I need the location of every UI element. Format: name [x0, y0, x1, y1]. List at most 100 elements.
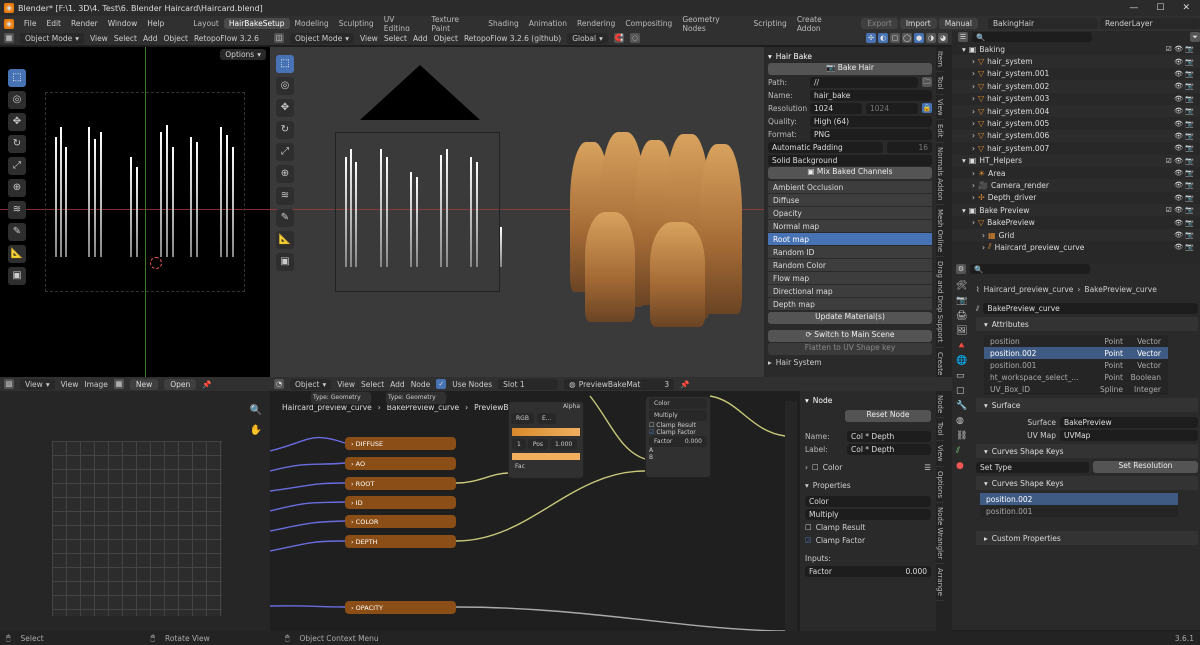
material-selector[interactable]: ◍ PreviewBakeMat 3: [564, 378, 675, 390]
name-field[interactable]: hair_bake: [810, 89, 932, 101]
proportional-edit-icon[interactable]: ◌: [629, 33, 640, 43]
transform-tool-icon[interactable]: ⊕: [276, 165, 294, 183]
visibility-toggles[interactable]: 👁 📷: [1174, 181, 1200, 189]
close-icon[interactable]: ✕: [1182, 3, 1190, 13]
display-mode-icon[interactable]: ☰: [958, 32, 968, 42]
switch-to-main-scene-button[interactable]: ⟳ Switch to Main Scene: [768, 330, 932, 342]
measure-tool-icon[interactable]: 📐: [276, 231, 294, 249]
cursor-tool-icon[interactable]: ◎: [8, 91, 26, 109]
resolution-y-field[interactable]: 1024: [866, 102, 918, 114]
workspace-tab-modeling[interactable]: Modeling: [290, 18, 334, 29]
select-menu[interactable]: Select: [361, 380, 384, 389]
blender-menu-icon[interactable]: ◉: [4, 18, 14, 29]
manual-button[interactable]: Manual: [938, 18, 978, 29]
pin-icon[interactable]: 📌: [680, 380, 689, 389]
gizmo-icon[interactable]: ✣: [866, 33, 876, 43]
uvmap-field[interactable]: UVMap: [1060, 429, 1198, 441]
clamp-result-checkbox[interactable]: ☐ Clamp Result: [805, 521, 931, 533]
chevron-icon[interactable]: ▾: [962, 206, 966, 215]
folder-icon[interactable]: 🗀: [922, 77, 932, 87]
attribute-row[interactable]: position Point Vector: [984, 335, 1168, 347]
workspace-tab-shading[interactable]: Shading: [483, 18, 523, 29]
maximize-icon[interactable]: ☐: [1156, 3, 1164, 13]
object-menu[interactable]: Object: [434, 34, 458, 43]
path-field[interactable]: //: [810, 76, 918, 88]
outliner-row[interactable]: › ▽ BakePreview 👁 📷: [952, 216, 1200, 228]
mix-node[interactable]: Color Multiply ☐ Clamp Result ☑ Clamp Fa…: [645, 396, 711, 478]
visibility-toggles[interactable]: 👁 📷: [1174, 95, 1200, 103]
object-tab-icon[interactable]: ▢: [956, 386, 972, 396]
outliner-row[interactable]: › ▽ hair_system.003 👁 📷: [952, 93, 1200, 105]
add-menu[interactable]: Add: [143, 34, 158, 43]
attribute-node-type-2[interactable]: Type: Geometry: [385, 391, 447, 405]
node-label-field[interactable]: Col * Depth: [847, 443, 931, 455]
workspace-tab-rendering[interactable]: Rendering: [572, 18, 620, 29]
format-dropdown[interactable]: PNG: [810, 128, 932, 140]
visibility-toggles[interactable]: 👁 📷: [1174, 82, 1200, 90]
clamp-factor-checkbox[interactable]: ☑ Clamp Factor: [805, 534, 931, 546]
workspace-tab-animation[interactable]: Animation: [524, 18, 572, 29]
factor-field[interactable]: Factor 0.000: [649, 436, 707, 447]
chevron-icon[interactable]: ›: [972, 69, 975, 78]
workspace-tab-compositing[interactable]: Compositing: [620, 18, 677, 29]
view-layer-selector[interactable]: RenderLayer: [1100, 18, 1200, 29]
ramp-pos-field[interactable]: 1.000: [550, 439, 578, 450]
list-icon[interactable]: ☰: [924, 463, 931, 472]
shape-keys-section-2[interactable]: ▾ Curves Shape Keys: [976, 476, 1198, 490]
scene-tab-icon[interactable]: 🔺: [956, 341, 972, 351]
view-menu[interactable]: View: [90, 34, 108, 43]
node-panel-header[interactable]: ▾ Node: [805, 394, 931, 406]
editor-type-icon[interactable]: ◔: [274, 379, 284, 389]
ramp-interp-dropdown[interactable]: E...: [536, 413, 557, 424]
outliner-row[interactable]: › ⫽ Haircard_preview_curve 👁 📷: [952, 241, 1200, 253]
3d-cursor[interactable]: [150, 257, 162, 269]
mode-dropdown[interactable]: Object Mode ▾: [290, 32, 355, 44]
material-tab-icon[interactable]: ●: [956, 461, 972, 471]
use-nodes-checkbox[interactable]: ✓: [436, 379, 447, 389]
mode-dropdown[interactable]: Object Mode ▾: [20, 32, 85, 44]
filter-icon[interactable]: ⏷: [1190, 32, 1200, 42]
overlays-icon[interactable]: ◐: [878, 33, 888, 43]
tab-arrange[interactable]: Arrange: [936, 564, 944, 601]
channel-item-selected[interactable]: Root map: [768, 233, 932, 245]
visibility-toggles[interactable]: 👁 📷: [1174, 231, 1200, 239]
attributes-section[interactable]: ▾ Attributes: [976, 317, 1198, 331]
annotate-tool-icon[interactable]: ✎: [8, 223, 26, 241]
attribute-node-type[interactable]: Type: Geometry: [310, 391, 372, 405]
shading-wire-icon[interactable]: ◯: [902, 33, 912, 43]
attribute-node-diffuse[interactable]: › DIFFUSE: [345, 437, 456, 450]
visibility-toggles[interactable]: 👁 📷: [1174, 243, 1200, 251]
editor-type-icon[interactable]: ▨: [4, 379, 14, 389]
chevron-icon[interactable]: ›: [972, 169, 975, 178]
channel-item[interactable]: Random Color: [768, 259, 932, 271]
clamp-factor-checkbox[interactable]: ☑ Clamp Factor: [649, 429, 707, 436]
visibility-toggles[interactable]: 👁 📷: [1174, 194, 1200, 202]
data-name-field[interactable]: BakePreview_curve: [983, 303, 1198, 314]
scale-tool-icon[interactable]: ⤢: [276, 143, 294, 161]
attribute-node-root[interactable]: › ROOT: [345, 477, 456, 490]
constraint-tab-icon[interactable]: ⛓: [956, 431, 972, 441]
workspace-tab-sculpting[interactable]: Sculpting: [334, 18, 379, 29]
editor-type-icon[interactable]: ▦: [4, 33, 14, 43]
scale-tool-icon[interactable]: ⤢: [8, 157, 26, 175]
add-cube-tool-icon[interactable]: ▣: [276, 253, 294, 271]
editor-type-icon[interactable]: ⚙: [956, 264, 966, 274]
collection-tab-icon[interactable]: ▭: [956, 371, 972, 381]
render-tab-icon[interactable]: 📷: [956, 296, 972, 306]
outliner-row[interactable]: › 🎥 Camera_render 👁 📷: [952, 179, 1200, 192]
data-tab-icon[interactable]: ⫽: [956, 446, 972, 456]
channel-item[interactable]: Opacity: [768, 207, 932, 219]
tab-normals-addon[interactable]: Normals Addon: [936, 143, 944, 206]
flatten-to-uv-button[interactable]: Flatten to UV Shape key: [768, 343, 932, 355]
image-browse-icon[interactable]: ▦: [113, 379, 124, 389]
options-dropdown[interactable]: Options ▾: [220, 49, 266, 60]
quality-dropdown[interactable]: High (64): [810, 115, 932, 127]
chevron-icon[interactable]: ›: [972, 181, 975, 190]
attribute-row[interactable]: position.001 Point Vector: [984, 359, 1168, 371]
image-menu[interactable]: Image: [84, 380, 108, 389]
chevron-icon[interactable]: ›: [972, 144, 975, 153]
image-editor[interactable]: 🔍 ✋: [0, 391, 270, 631]
chevron-icon[interactable]: ›: [972, 107, 975, 116]
orientation-dropdown[interactable]: Global ▾: [567, 32, 608, 44]
rotate-tool-icon[interactable]: ↻: [276, 121, 294, 139]
